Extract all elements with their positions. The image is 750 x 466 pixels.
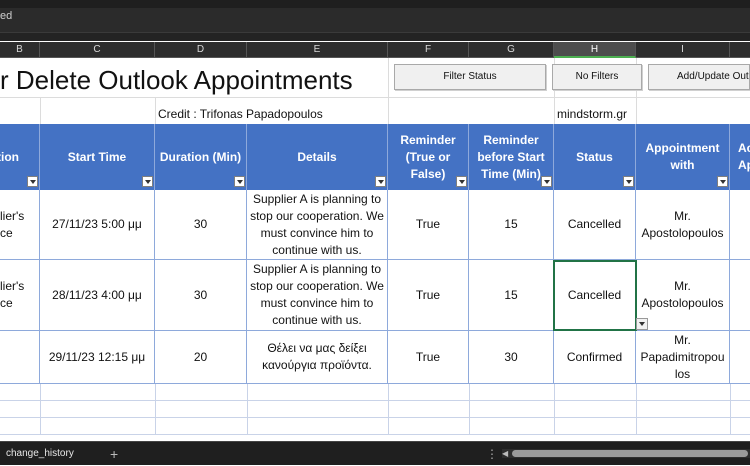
empty-row [0,418,750,435]
cell-start-time[interactable]: 27/11/23 5:00 μμ [40,190,155,259]
sheet-title: r Delete Outlook Appointments [0,65,353,95]
cell-reminder-before[interactable]: 15 [469,190,554,259]
cell-details[interactable]: Supplier A is planning to stop our coope… [247,190,388,259]
table-header: tion Start Time Duration (Min) Details R… [0,124,750,190]
filter-dropdown-icon[interactable] [234,176,245,187]
site-text: mindstorm.gr [557,107,628,121]
cell-duration[interactable]: 30 [155,190,247,259]
scrollbar-thumb[interactable] [512,450,748,457]
add-update-outlook-button[interactable]: Add/Update Outl [648,64,750,90]
header-status-label: Status [576,149,613,164]
cell-appointment-with[interactable]: Mr. Apostolopoulos [636,260,730,330]
header-start-time-label: Start Time [67,149,127,164]
filter-dropdown-icon[interactable] [375,176,386,187]
column-header-e[interactable]: E [247,42,388,58]
column-header-c[interactable]: C [40,42,155,58]
cell-reminder[interactable]: True [388,331,469,383]
cell-reminder[interactable]: True [388,260,469,330]
message-bar: ed [0,8,750,41]
credit-text: Credit : Trifonas Papadopoulos [158,107,323,121]
table-row: 29/11/23 12:15 μμ 20 Θέλει να μας δείξει… [0,331,750,384]
grid-line [155,97,156,124]
cell-status[interactable]: Confirmed [554,331,636,383]
cell-dropdown-icon[interactable] [636,318,648,330]
cell-action[interactable] [730,260,750,330]
header-action-label-2: Ap [738,158,750,172]
cell-details[interactable]: Θέλει να μας δείξει κανούργια προϊόντα. [247,331,388,383]
cell-details[interactable]: Supplier A is planning to stop our coope… [247,260,388,330]
sheet-tab-bar: change_history + ⋮ ◀ [0,441,750,465]
header-duration-label: Duration (Min) [159,149,242,164]
column-headers: B C D E F G H I [0,42,750,58]
column-header-h[interactable]: H [554,42,636,58]
cell-location-line: ce [0,296,13,310]
column-header-i[interactable]: I [636,42,730,58]
filter-dropdown-icon[interactable] [456,176,467,187]
header-details-label: Details [297,149,337,164]
cell-reminder-before[interactable]: 15 [469,260,554,330]
cell-location[interactable]: lier's ce [0,190,40,259]
cell-start-time[interactable]: 29/11/23 12:15 μμ [40,331,155,383]
column-header-b[interactable]: B [0,42,40,58]
empty-row [0,401,750,418]
formula-bar-edge [0,32,750,41]
column-header-f[interactable]: F [388,42,469,58]
cell-action[interactable] [730,331,750,383]
message-bar-text: ed [0,10,13,22]
window-top-bar [0,0,750,8]
header-reminder-label: Reminder (True or False) [400,132,456,181]
cell-location[interactable]: lier's ce [0,260,40,330]
sheet-tab-change-history[interactable]: change_history [0,442,80,466]
column-header-d[interactable]: D [155,42,247,58]
horizontal-scrollbar[interactable]: ◀ [502,449,750,458]
selected-cell-outline [553,260,637,331]
cell-duration[interactable]: 30 [155,260,247,330]
header-appointment-with: Appointment with [636,124,730,190]
table-row: lier's ce 27/11/23 5:00 μμ 30 Supplier A… [0,190,750,260]
cell-appointment-with[interactable]: Mr. Apostolopoulos [636,190,730,259]
header-reminder-before-label: Reminder before Start Time (Min) [477,132,545,181]
scroll-left-icon[interactable]: ◀ [502,449,510,458]
filter-dropdown-icon[interactable] [623,176,634,187]
cell-reminder-before[interactable]: 30 [469,331,554,383]
grid-line [40,97,41,124]
more-options-icon[interactable]: ⋮ [486,442,498,466]
add-sheet-button[interactable]: + [110,442,118,466]
cell-appointment-with[interactable]: Mr. Papadimitropou los [636,331,730,383]
cell-location-line: lier's [0,279,25,293]
header-appointment-with-label: Appointment with [645,141,720,172]
cell-action[interactable] [730,190,750,259]
cell-location-line: ce [0,225,13,240]
header-action: Ac Ap [730,124,750,190]
filter-dropdown-icon[interactable] [27,176,38,187]
filter-dropdown-icon[interactable] [142,176,153,187]
filter-status-button[interactable]: Filter Status [394,64,546,90]
column-header-g[interactable]: G [469,42,554,58]
header-start-time: Start Time [40,124,155,190]
empty-row [0,384,750,401]
header-action-label-1: Ac [738,141,750,155]
cell-duration[interactable]: 20 [155,331,247,383]
filter-dropdown-icon[interactable] [541,176,552,187]
cell-status[interactable]: Cancelled [554,190,636,259]
cell-reminder[interactable]: True [388,190,469,259]
cell-location-line: lier's [0,208,25,223]
filter-dropdown-icon[interactable] [717,176,728,187]
cell-location[interactable] [0,331,40,383]
no-filters-button[interactable]: No Filters [552,64,642,90]
header-location-label: tion [0,149,19,164]
cell-start-time[interactable]: 28/11/23 4:00 μμ [40,260,155,330]
header-details: Details [247,124,388,190]
